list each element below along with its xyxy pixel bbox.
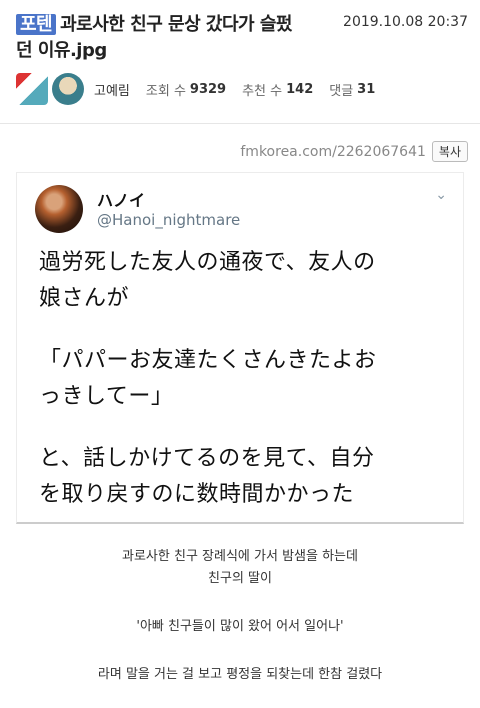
tweet-text: 過労死した友人の通夜で、友人の 娘さんが 「パパーお友達たくさんきたよお っきし… [39,245,449,513]
author-icon [16,73,48,105]
embedded-tweet-image: ハノイ @Hanoi_nightmare ⌄ 過労死した友人の通夜で、友人の 娘… [16,172,464,524]
author-avatar[interactable] [52,73,84,105]
likes-label: 추천 수 [242,83,283,99]
category-badge[interactable]: 포텐 [16,14,57,35]
translation-line: 과로사한 친구 장례식에 가서 밤샘을 하는데 [122,549,358,564]
views-label: 조회 수 [145,83,186,99]
post-meta: 고예림 조회 수 9329 추천 수 142 댓글 31 [16,72,391,106]
views-count: 9329 [189,81,227,97]
tweet-line: と、話しかけてるのを見て、自分 [39,446,375,471]
source-url[interactable]: fmkorea.com/2262067641 [240,144,426,160]
tweet-author-name: ハノイ [97,191,146,210]
comments-count[interactable]: 31 [357,82,375,97]
tweet-line: 娘さんが [39,286,130,311]
copy-button[interactable]: 복사 [431,141,468,162]
comments-label[interactable]: 댓글 [329,80,353,99]
translation-line: 라며 말을 거는 걸 보고 평정을 되찾는데 한참 걸렸다 [97,667,383,682]
tweet-author-handle: @Hanoi_nightmare [97,211,241,229]
tweet-line: を取り戻すのに数時間かかった [39,482,355,507]
post-title: 과로사한 친구 문상 갔다가 슬펐 [60,14,292,35]
post-date: 2019.10.08 20:37 [343,14,468,30]
source-link-row: fmkorea.com/2262067641 복사 [240,141,468,162]
likes-count: 142 [286,81,314,97]
post-header: 포텐 과로사한 친구 문상 갔다가 슬펐 던 이유.jpg 2019.10.08 … [16,12,468,64]
divider [0,123,480,124]
translation-line: 친구의 딸이 [208,571,272,586]
tweet-line: っきしてー」 [39,384,174,409]
author-name[interactable]: 고예림 [94,80,130,99]
post-title-line-2: 던 이유.jpg [16,40,107,61]
tweet-avatar [35,185,83,233]
chevron-down-icon: ⌄ [435,187,447,203]
tweet-line: 過労死した友人の通夜で、友人の [39,250,376,275]
translation-line: '아빠 친구들이 많이 왔어 어서 일어나' [136,619,344,634]
tweet-line: 「パパーお友達たくさんきたよお [39,348,377,373]
